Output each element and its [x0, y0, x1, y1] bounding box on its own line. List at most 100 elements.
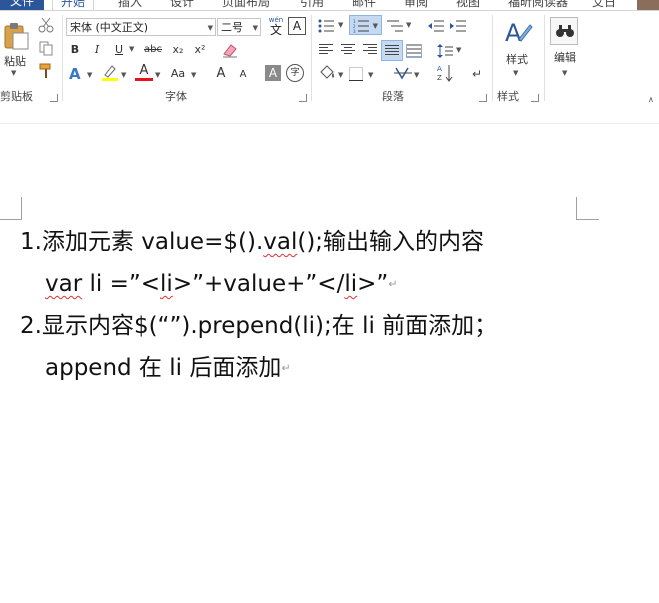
change-case-dropdown-icon[interactable]: ▼: [191, 71, 196, 79]
list-number: 2.: [20, 313, 42, 339]
justify-button[interactable]: [381, 40, 403, 61]
underline-button[interactable]: U: [111, 41, 127, 59]
editing-dropdown-icon[interactable]: ▼: [562, 69, 567, 77]
list-item-continuation[interactable]: append 在 li 后面添加↵: [45, 347, 291, 390]
bullets-icon[interactable]: [318, 18, 334, 37]
collapse-ribbon-icon[interactable]: ∧: [648, 95, 654, 104]
paragraph-mark-icon: ↵: [388, 277, 398, 291]
tab-design[interactable]: 设计: [170, 0, 194, 10]
chinese-layout-dropdown-icon[interactable]: ▼: [414, 71, 419, 79]
enclosed-character-button[interactable]: 字: [286, 64, 304, 82]
tab-page-layout[interactable]: 页面布局: [222, 0, 270, 10]
paragraph-mark-icon: ↵: [281, 361, 291, 375]
paste-icon[interactable]: [2, 21, 30, 51]
highlight-icon[interactable]: [101, 64, 119, 82]
bullets-dropdown-icon[interactable]: ▼: [338, 21, 343, 29]
tab-insert[interactable]: 插入: [118, 0, 142, 10]
grow-font-button[interactable]: A: [213, 65, 229, 83]
chinese-layout-icon[interactable]: [394, 65, 412, 85]
tab-mailings[interactable]: 邮件: [352, 0, 376, 10]
line-spacing-icon[interactable]: [437, 43, 453, 62]
font-size-combo[interactable]: 二号 ▼: [217, 18, 261, 36]
format-painter-icon[interactable]: [38, 63, 54, 83]
margin-corner-top-right: [576, 197, 599, 220]
justify-icon: [385, 45, 399, 57]
align-right-icon[interactable]: [363, 44, 377, 56]
shrink-font-button[interactable]: A: [235, 66, 251, 84]
phonetic-guide-char: 文: [269, 23, 282, 37]
styles-dropdown-icon[interactable]: ▼: [513, 69, 518, 77]
numbering-button[interactable]: 123 ▼: [349, 15, 382, 35]
sort-icon[interactable]: AZ: [437, 64, 453, 86]
tab-foxit-reader[interactable]: 福昕阅读器: [508, 0, 568, 10]
ribbon: 粘贴 ▼ 剪贴板 宋体 (中文正文) ▼ 二号 ▼ wén 文 A B I U: [0, 10, 659, 106]
strikethrough-button[interactable]: abc: [141, 41, 165, 59]
tab-references[interactable]: 引用: [300, 0, 324, 10]
font-name-combo[interactable]: 宋体 (中文正文) ▼: [66, 18, 216, 36]
copy-icon[interactable]: [38, 40, 54, 60]
svg-text:Z: Z: [437, 74, 442, 82]
font-size-dropdown-icon[interactable]: ▼: [253, 19, 258, 37]
character-shading-button[interactable]: A: [265, 65, 281, 81]
paste-dropdown-icon[interactable]: ▼: [11, 69, 16, 77]
borders-dropdown-icon[interactable]: ▼: [368, 71, 373, 79]
styles-icon[interactable]: A: [503, 17, 533, 51]
distributed-icon[interactable]: [405, 43, 423, 62]
font-name-value: 宋体 (中文正文): [70, 21, 149, 34]
styles-launcher-icon[interactable]: [531, 94, 539, 102]
subscript-button[interactable]: x₂: [169, 41, 187, 59]
font-color-dropdown-icon[interactable]: ▼: [155, 71, 160, 79]
tab-view[interactable]: 视图: [456, 0, 480, 10]
clear-formatting-icon[interactable]: [221, 42, 239, 62]
list-item[interactable]: 2.显示内容$(“”).prepend(li);在 li 前面添加；: [20, 305, 497, 347]
ribbon-tab-strip: 文件 开始 插入 设计 页面布局 引用 邮件 审阅 视图 福昕阅读器 艾日: [0, 0, 659, 10]
tab-review[interactable]: 审阅: [404, 0, 428, 10]
superscript-button[interactable]: x²: [191, 41, 209, 59]
italic-button[interactable]: I: [89, 41, 105, 59]
document-area[interactable]: 1.添加元素 value=$().val();输出输入的内容 var li =”…: [0, 105, 659, 603]
list-item[interactable]: 1.添加元素 value=$().val();输出输入的内容: [20, 221, 484, 263]
multilevel-list-dropdown-icon[interactable]: ▼: [406, 21, 411, 29]
font-group: 宋体 (中文正文) ▼ 二号 ▼ wén 文 A B I U ▼ abc x₂ …: [63, 11, 310, 105]
styles-button[interactable]: 样式: [499, 51, 535, 69]
clipboard-group: 粘贴 ▼ 剪贴板: [0, 11, 62, 105]
font-launcher-icon[interactable]: [299, 94, 307, 102]
tab-extra[interactable]: 艾日: [592, 0, 616, 10]
line-spacing-dropdown-icon[interactable]: ▼: [456, 46, 461, 54]
change-case-button[interactable]: Aa: [167, 65, 189, 83]
phonetic-guide-icon[interactable]: wén 文: [266, 16, 286, 38]
list-item-continuation[interactable]: var li =”<li>”+value+”</li>”↵: [45, 263, 398, 306]
borders-icon[interactable]: [349, 66, 363, 85]
clipboard-launcher-icon[interactable]: [50, 94, 58, 102]
multilevel-list-icon[interactable]: [387, 18, 403, 37]
font-color-icon[interactable]: A: [135, 64, 153, 82]
cut-icon[interactable]: [38, 17, 54, 37]
highlight-dropdown-icon[interactable]: ▼: [121, 71, 126, 79]
enclose-characters-icon[interactable]: A: [288, 17, 306, 35]
shading-icon[interactable]: [318, 64, 336, 86]
spellcheck-text-run: li: [160, 271, 173, 297]
text-effects-icon[interactable]: A: [69, 65, 81, 83]
decrease-indent-icon[interactable]: [428, 18, 444, 37]
bold-button[interactable]: B: [67, 41, 83, 59]
paragraph-group: ▼ 123 ▼ ▼ ▼ ▼ ▼ ▼ A Z ↵ 段落: [312, 11, 492, 105]
tab-file[interactable]: 文件: [0, 0, 44, 10]
text-run: 显示内容$(“”).prepend(li);在 li 前面添加；: [41, 313, 498, 339]
styles-group: A 样式 ▼ 样式: [493, 11, 543, 105]
text-effects-dropdown-icon[interactable]: ▼: [87, 71, 92, 79]
clipboard-group-label: 剪贴板: [0, 90, 33, 103]
shading-dropdown-icon[interactable]: ▼: [338, 71, 343, 79]
show-marks-icon[interactable]: ↵: [472, 67, 482, 81]
editing-button[interactable]: 编辑: [547, 49, 583, 67]
tab-home[interactable]: 开始: [52, 0, 95, 10]
paragraph-launcher-icon[interactable]: [479, 94, 487, 102]
numbering-dropdown-icon[interactable]: ▼: [373, 22, 378, 30]
font-name-dropdown-icon[interactable]: ▼: [208, 19, 213, 37]
styles-group-label: 样式: [497, 90, 519, 103]
underline-dropdown-icon[interactable]: ▼: [129, 45, 134, 53]
user-avatar[interactable]: [637, 0, 659, 10]
align-left-icon[interactable]: [319, 44, 333, 56]
increase-indent-icon[interactable]: [450, 18, 466, 37]
align-center-icon[interactable]: [341, 44, 355, 56]
binoculars-icon[interactable]: [550, 17, 578, 45]
